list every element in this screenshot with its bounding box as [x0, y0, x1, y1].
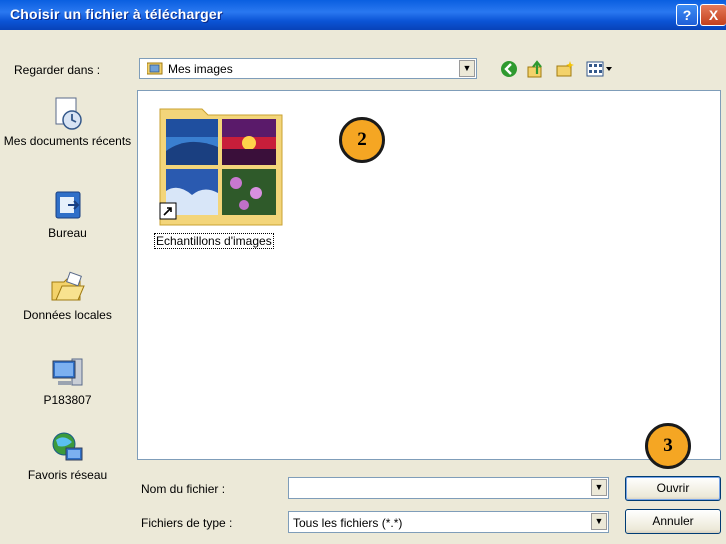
chevron-down-icon[interactable]: ▼ — [591, 513, 607, 530]
filename-input[interactable]: ▼ — [288, 477, 609, 499]
place-label: P183807 — [43, 393, 92, 407]
file-list-view[interactable]: Echantillons d'images — [137, 90, 721, 460]
place-local-data[interactable]: Données locales — [0, 270, 135, 322]
filetype-value: Tous les fichiers (*.*) — [293, 516, 403, 530]
callout-badge-2: 2 — [339, 117, 385, 163]
filetype-select[interactable]: Tous les fichiers (*.*) ▼ — [288, 511, 609, 533]
back-icon[interactable] — [500, 60, 518, 78]
recent-documents-icon — [55, 97, 82, 130]
file-item[interactable] — [158, 103, 284, 227]
filetype-label: Fichiers de type : — [141, 516, 233, 530]
cancel-button[interactable]: Annuler — [625, 509, 721, 534]
place-network[interactable]: Favoris réseau — [0, 430, 135, 482]
place-recent-documents[interactable]: Mes documents récents — [0, 96, 135, 148]
lookin-value: Mes images — [168, 62, 233, 76]
place-label: Mes documents récents — [3, 134, 132, 148]
callout-badge-3: 3 — [645, 423, 691, 469]
up-folder-icon[interactable] — [527, 60, 545, 78]
filename-label: Nom du fichier : — [141, 482, 226, 496]
place-label: Bureau — [48, 226, 87, 240]
local-data-icon — [51, 271, 85, 301]
pictures-folder-icon — [147, 62, 163, 75]
title-bar: Choisir un fichier à télécharger ? X — [0, 0, 726, 30]
chevron-down-icon[interactable]: ▼ — [459, 60, 475, 77]
place-desktop[interactable]: Bureau — [0, 188, 135, 240]
window-title: Choisir un fichier à télécharger — [10, 6, 223, 22]
sample-pictures-folder-icon — [159, 108, 283, 226]
place-my-computer[interactable]: P183807 — [0, 355, 135, 407]
place-label: Favoris réseau — [27, 468, 108, 482]
file-open-dialog: Choisir un fichier à télécharger ? X Reg… — [0, 0, 726, 544]
lookin-label: Regarder dans : — [14, 63, 101, 77]
open-button[interactable]: Ouvrir — [625, 476, 721, 501]
place-label: Données locales — [23, 308, 112, 322]
desktop-icon — [55, 191, 80, 219]
network-places-icon — [52, 432, 82, 461]
chevron-down-icon[interactable]: ▼ — [591, 479, 607, 496]
help-button[interactable]: ? — [676, 4, 698, 26]
close-button[interactable]: X — [700, 4, 726, 26]
lookin-combo[interactable]: Mes images ▼ — [139, 58, 477, 79]
view-menu-icon[interactable] — [586, 60, 614, 78]
file-item-label[interactable]: Echantillons d'images — [154, 233, 274, 249]
computer-icon — [52, 358, 82, 386]
new-folder-icon[interactable] — [556, 60, 574, 78]
